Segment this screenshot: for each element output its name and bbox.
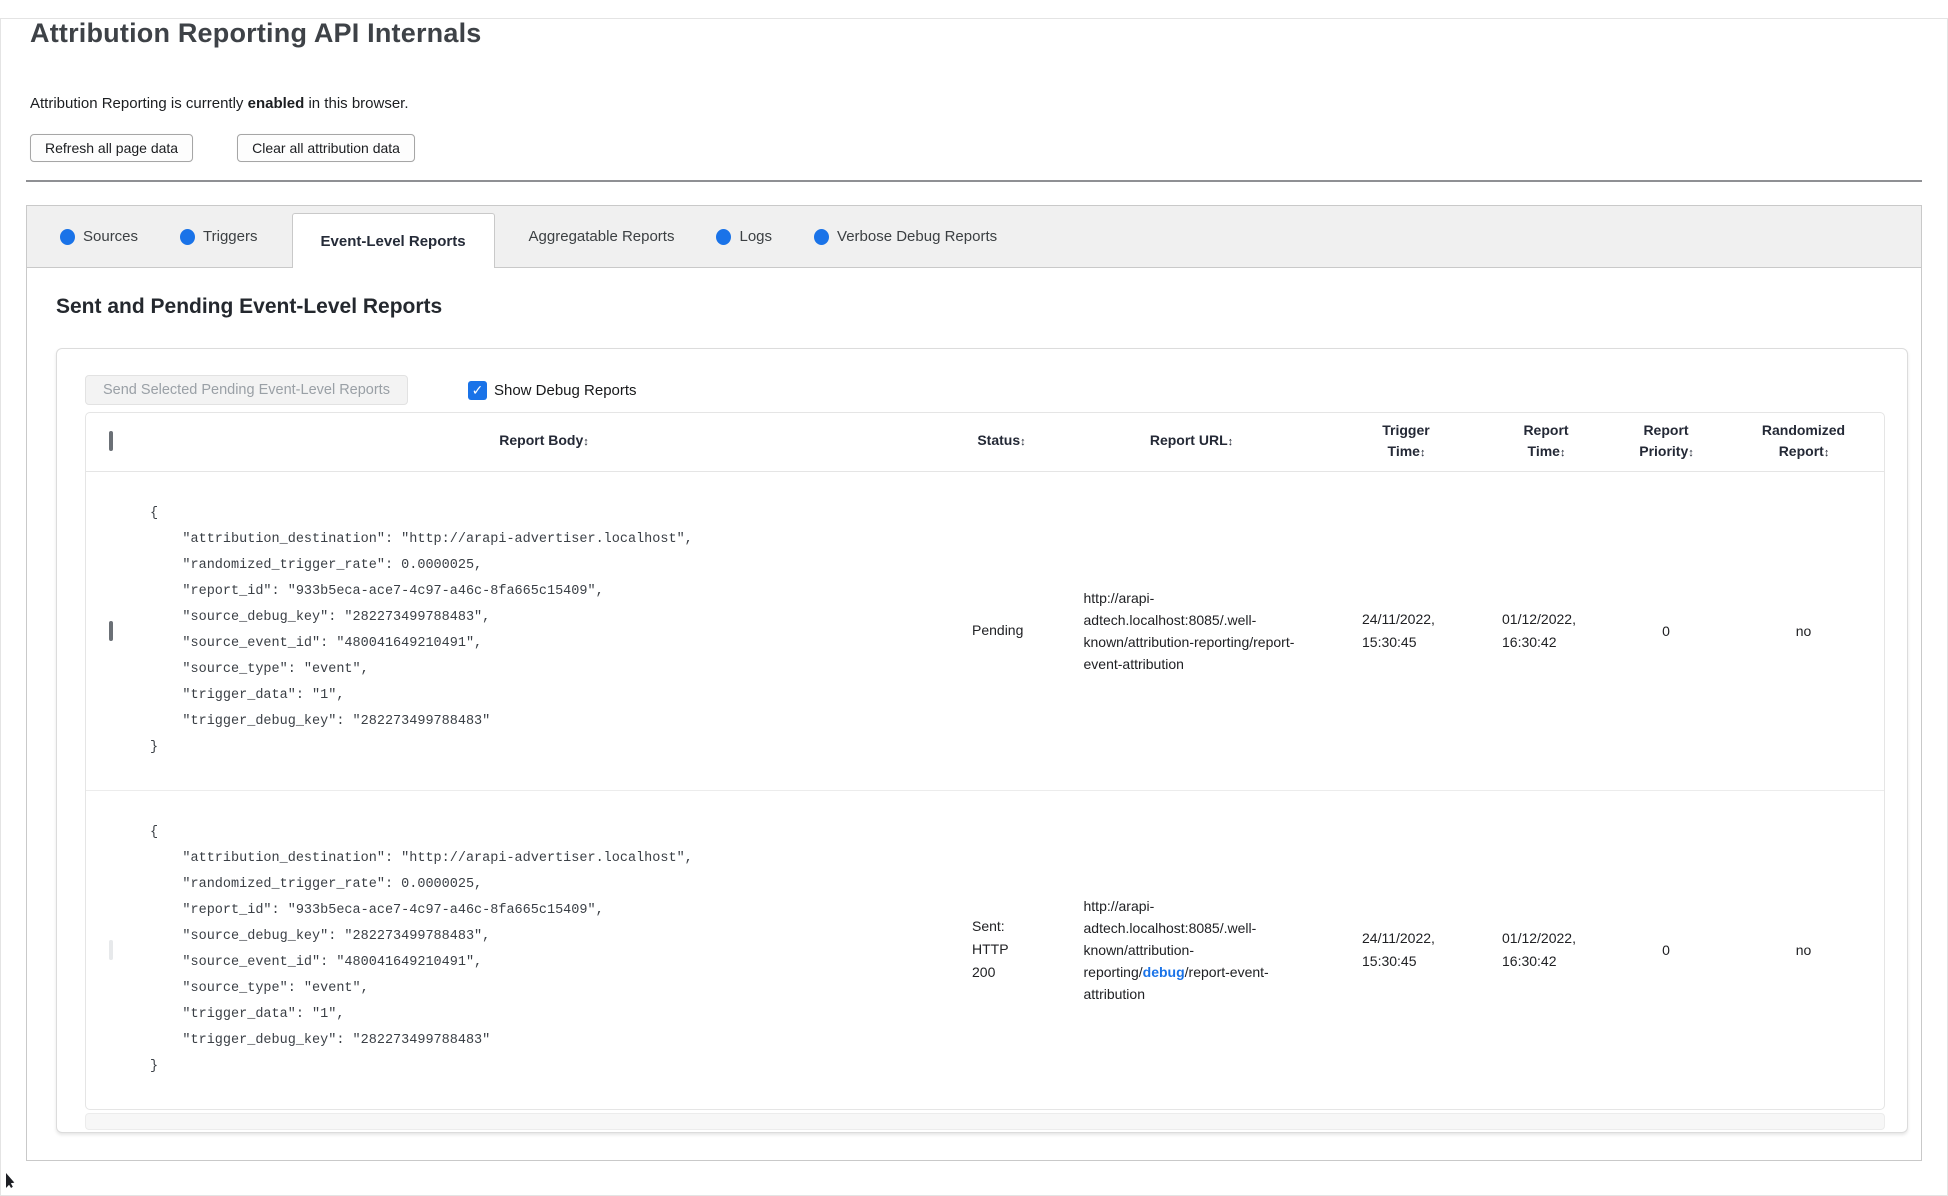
- status-line: Attribution Reporting is currently enabl…: [30, 95, 1922, 112]
- report-priority-cell: 0: [1611, 790, 1721, 1109]
- sort-icon: ↕: [1823, 446, 1829, 459]
- header-report-time[interactable]: Report Time↕: [1481, 413, 1611, 472]
- tab-event-level-reports-label: Event-Level Reports: [320, 232, 466, 250]
- tabbox: Sources Triggers Event-Level Reports Agg…: [26, 205, 1922, 1161]
- report-body-cell: { "attribution_destination": "http://ara…: [136, 471, 951, 791]
- select-all-checkbox[interactable]: [109, 431, 113, 452]
- tab-sources[interactable]: Sources: [60, 228, 138, 245]
- report-time-cell: 01/12/2022, 16:30:42: [1481, 790, 1611, 1109]
- header-randomized-report[interactable]: Randomized Report↕: [1721, 413, 1884, 472]
- logs-dot-icon: [716, 228, 732, 245]
- header-status-label: Status: [977, 432, 1021, 449]
- table-header-row: Report Body↕ Status↕ Report URL↕ Trigger…: [86, 413, 1884, 472]
- header-report-url[interactable]: Report URL↕: [1051, 413, 1331, 472]
- row-checkbox[interactable]: [109, 620, 113, 641]
- status-value: Sent: HTTP 200: [972, 918, 1009, 980]
- header-report-body[interactable]: Report Body↕: [136, 413, 951, 472]
- header-status[interactable]: Status↕: [951, 413, 1051, 472]
- reports-table-wrapper: Report Body↕ Status↕ Report URL↕ Trigger…: [85, 412, 1885, 1110]
- sort-icon: ↕: [1020, 436, 1025, 449]
- report-url-value: http://arapi-adtech.localhost:8085/.well…: [1084, 895, 1299, 1005]
- header-trigger-time[interactable]: Trigger Time↕: [1331, 413, 1481, 472]
- status-text-before: Attribution Reporting is currently: [30, 95, 248, 112]
- tab-aggregatable-reports[interactable]: Aggregatable Reports: [529, 228, 675, 245]
- status-cell: Pending: [951, 471, 1051, 791]
- report-row-pending: { "attribution_destination": "http://ara…: [86, 471, 1884, 791]
- tab-aggregatable-reports-label: Aggregatable Reports: [528, 228, 675, 245]
- header-randomized-report-label: Randomized Report: [1761, 421, 1846, 459]
- sources-dot-icon: [60, 228, 75, 245]
- report-priority-value: 0: [1662, 622, 1670, 639]
- tab-verbose-debug-reports[interactable]: Verbose Debug Reports: [814, 228, 997, 245]
- report-priority-cell: 0: [1611, 471, 1721, 791]
- trigger-time-value: 24/11/2022, 15:30:45: [1362, 929, 1435, 969]
- report-url-value: http://arapi-adtech.localhost:8085/.well…: [1083, 589, 1295, 672]
- header-report-body-label: Report Body: [499, 432, 584, 449]
- sort-icon: ↕: [1688, 446, 1693, 459]
- page-title: Attribution Reporting API Internals: [30, 18, 482, 48]
- report-url-cell: http://arapi-adtech.localhost:8085/.well…: [1051, 471, 1331, 791]
- report-table-container: Send Selected Pending Event-Level Report…: [56, 348, 1908, 1133]
- row-select-cell: [86, 471, 136, 791]
- report-toolbar: Send Selected Pending Event-Level Report…: [85, 375, 1885, 405]
- refresh-all-button[interactable]: Refresh all page data: [30, 134, 194, 162]
- tab-verbose-debug-reports-label: Verbose Debug Reports: [837, 228, 998, 245]
- show-debug-label: Show Debug Reports: [493, 381, 637, 399]
- top-actions: Refresh all page data Clear all attribut…: [30, 134, 1922, 162]
- header-report-priority-label: Report Priority: [1639, 421, 1689, 459]
- report-body-json: { "attribution_destination": "http://ara…: [150, 505, 693, 755]
- row-select-cell: [86, 790, 136, 1109]
- tab-logs-label: Logs: [739, 228, 773, 245]
- verbose-debug-dot-icon: [814, 228, 830, 245]
- status-text-after: in this browser.: [304, 95, 409, 112]
- show-debug-checkbox[interactable]: ✓: [467, 380, 487, 400]
- sort-icon: ↕: [1227, 436, 1233, 449]
- row-checkbox-disabled: [109, 939, 113, 960]
- randomized-report-value: no: [1795, 622, 1812, 639]
- mouse-cursor-icon: [6, 1173, 15, 1188]
- checkmark-icon: ✓: [471, 381, 484, 398]
- trigger-time-cell: 24/11/2022, 15:30:45: [1331, 790, 1481, 1109]
- tab-triggers-label: Triggers: [203, 228, 258, 245]
- tab-sources-label: Sources: [83, 228, 139, 245]
- tab-logs[interactable]: Logs: [716, 228, 772, 245]
- report-priority-value: 0: [1662, 941, 1670, 958]
- header-report-url-label: Report URL: [1149, 432, 1228, 449]
- randomized-report-cell: no: [1721, 790, 1884, 1109]
- sort-icon: ↕: [1559, 446, 1565, 459]
- status-cell: Sent: HTTP 200: [951, 790, 1051, 1109]
- table-footer-bar: [85, 1112, 1885, 1130]
- event-level-reports-panel: Sent and Pending Event-Level Reports Sen…: [26, 268, 1922, 1161]
- sort-icon: ↕: [583, 436, 588, 449]
- header-report-priority[interactable]: Report Priority↕: [1611, 413, 1721, 472]
- divider: [26, 180, 1922, 182]
- reports-table: Report Body↕ Status↕ Report URL↕ Trigger…: [86, 413, 1884, 1109]
- send-selected-reports-button[interactable]: Send Selected Pending Event-Level Report…: [85, 375, 408, 405]
- show-debug-reports-control[interactable]: ✓ Show Debug Reports: [467, 380, 637, 400]
- randomized-report-cell: no: [1721, 471, 1884, 791]
- sort-icon: ↕: [1419, 446, 1425, 459]
- trigger-time-cell: 24/11/2022, 15:30:45: [1331, 471, 1481, 791]
- tab-triggers[interactable]: Triggers: [180, 228, 258, 245]
- status-value: Pending: [972, 622, 1024, 638]
- report-time-cell: 01/12/2022, 16:30:42: [1481, 471, 1611, 791]
- tab-event-level-reports[interactable]: Event-Level Reports: [291, 213, 495, 268]
- trigger-time-value: 24/11/2022, 15:30:45: [1362, 610, 1435, 650]
- report-time-value: 01/12/2022, 16:30:42: [1502, 610, 1576, 650]
- tab-strip: Sources Triggers Event-Level Reports Agg…: [26, 205, 1922, 268]
- report-url-debug-segment: debug: [1142, 963, 1185, 980]
- status-enabled-text: enabled: [247, 95, 305, 112]
- clear-all-button[interactable]: Clear all attribution data: [237, 134, 415, 162]
- attribution-internals-page: Attribution Reporting API Internals Attr…: [0, 18, 1948, 1161]
- section-heading: Sent and Pending Event-Level Reports: [56, 295, 443, 318]
- report-time-value: 01/12/2022, 16:30:42: [1502, 929, 1576, 969]
- report-url-cell: http://arapi-adtech.localhost:8085/.well…: [1051, 790, 1331, 1109]
- report-body-json: { "attribution_destination": "http://ara…: [150, 824, 693, 1074]
- report-row-sent: { "attribution_destination": "http://ara…: [86, 790, 1884, 1109]
- randomized-report-value: no: [1795, 941, 1812, 958]
- report-body-cell: { "attribution_destination": "http://ara…: [136, 790, 951, 1109]
- select-all-header-cell: [86, 413, 136, 472]
- triggers-dot-icon: [180, 228, 196, 245]
